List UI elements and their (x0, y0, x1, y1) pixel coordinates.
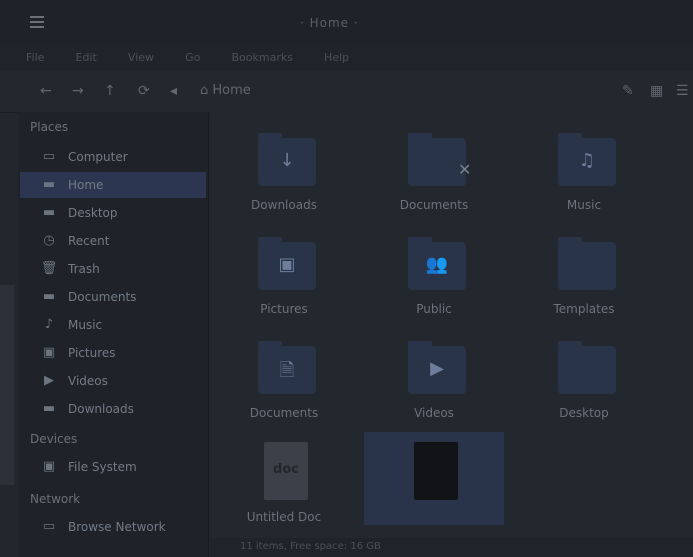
file-view: ↓ Downloads Documents ♫ Music ▣ Pictures… (210, 112, 693, 557)
folder-label: Desktop (559, 406, 609, 420)
file-icon (414, 442, 458, 500)
file-item[interactable]: doc Untitled Doc (224, 432, 344, 532)
folder-music-icon: ♫ (558, 133, 616, 186)
recent-icon: ◷ (43, 233, 55, 248)
toggle-path-icon[interactable]: ◂ (170, 83, 177, 99)
sidebar-item-home[interactable]: ▬ Home (20, 172, 206, 198)
menu-icon[interactable] (30, 16, 44, 28)
sidebar-item-documents[interactable]: ▬ Documents (20, 284, 206, 310)
menu-edit[interactable]: Edit (76, 51, 97, 64)
sidebar-item-videos[interactable]: ▶ Videos (20, 368, 206, 394)
section-devices: Devices (30, 432, 78, 446)
sidebar-item-label: Desktop (68, 206, 118, 220)
pictures-icon: ▣ (42, 345, 56, 360)
trash-icon: 🗑 (40, 261, 58, 276)
documents-icon: ▬ (42, 289, 56, 304)
file-manager-window: · Home · File Edit View Go Bookmarks Hel… (0, 0, 693, 557)
folder-item[interactable]: ♫ Music (524, 120, 644, 220)
folder-item[interactable]: 👥 Public (374, 224, 494, 324)
section-network: Network (30, 492, 81, 506)
sidebar-item-file-system[interactable]: ▣ File System (20, 454, 206, 480)
drive-icon: ▣ (42, 459, 56, 474)
folder-label: Templates (553, 302, 615, 316)
folder-label: Public (416, 302, 452, 316)
folder-item[interactable]: ▣ Pictures (224, 224, 344, 324)
sidebar-item-label: Browse Network (68, 520, 166, 534)
computer-icon: ▭ (42, 149, 56, 164)
folder-documents-icon: 🗎 (258, 341, 316, 394)
refresh-icon[interactable]: ⟳ (138, 83, 150, 99)
up-icon[interactable]: ↑ (104, 83, 116, 99)
sidebar-item-pictures[interactable]: ▣ Pictures (20, 340, 206, 366)
folder-videos-icon: ▶ (408, 341, 466, 394)
edit-icon[interactable]: ✎ (622, 83, 634, 99)
sidebar: Places ▭ Computer ▬ Home ▬ Desktop ◷ Rec… (18, 112, 209, 557)
toolbar: ← → ↑ ⟳ ◂ ⌂ Home ✎ ▦ ☰ (0, 70, 693, 113)
desktop-icon: ▬ (42, 205, 56, 220)
folder-templates-icon (558, 237, 616, 290)
sidebar-item-label: Home (68, 178, 104, 192)
folder-desktop-icon (558, 341, 616, 394)
folder-label: Downloads (251, 198, 317, 212)
folder-item[interactable]: ▶ Videos (374, 328, 494, 428)
folder-label: Music (566, 198, 602, 212)
videos-icon: ▶ (44, 373, 54, 388)
path-home-label: Home (212, 83, 251, 98)
folder-item[interactable]: Documents (374, 120, 494, 220)
file-label: Untitled Doc (246, 510, 322, 524)
folder-public-icon: 👥 (408, 237, 466, 290)
home-icon: ▬ (42, 177, 56, 192)
sidebar-item-desktop[interactable]: ▬ Desktop (20, 200, 206, 226)
folder-item[interactable]: 🗎 Documents (224, 328, 344, 428)
document-icon: doc (264, 442, 308, 500)
sidebar-item-downloads[interactable]: ▬ Downloads (20, 396, 206, 422)
menu-bar: File Edit View Go Bookmarks Help (0, 44, 693, 70)
folder-downloads-icon: ↓ (258, 133, 316, 186)
sidebar-item-label: Downloads (68, 402, 134, 416)
status-text: 11 items, Free space: 16 GB (240, 541, 381, 552)
folder-label: Documents (249, 406, 319, 420)
grid-view-icon[interactable]: ▦ (650, 83, 663, 99)
section-places: Places (30, 120, 69, 134)
folder-item[interactable]: Templates (524, 224, 644, 324)
menu-bookmarks[interactable]: Bookmarks (231, 51, 292, 64)
list-view-icon[interactable]: ☰ (676, 83, 689, 99)
file-item-selected[interactable] (374, 432, 494, 532)
folder-label: Pictures (260, 302, 308, 316)
folder-item[interactable]: ↓ Downloads (224, 120, 344, 220)
sidebar-item-browse-network[interactable]: ▭ Browse Network (20, 514, 206, 540)
sidebar-item-label: Videos (68, 374, 108, 388)
downloads-icon: ▬ (42, 401, 56, 416)
sidebar-item-label: Recent (68, 234, 110, 248)
sidebar-item-label: Trash (68, 262, 100, 276)
forward-icon[interactable]: → (72, 83, 84, 99)
sidebar-item-label: Pictures (68, 346, 116, 360)
folder-item[interactable]: Desktop (524, 328, 644, 428)
sidebar-item-recent[interactable]: ◷ Recent (20, 228, 206, 254)
path-home-button[interactable]: ⌂ Home (200, 83, 251, 98)
title-bar: · Home · (0, 0, 693, 44)
folder-pictures-icon: ▣ (258, 237, 316, 290)
menu-view[interactable]: View (128, 51, 154, 64)
music-icon: ♪ (44, 317, 54, 332)
menu-help[interactable]: Help (324, 51, 349, 64)
network-icon: ▭ (42, 519, 56, 534)
back-icon[interactable]: ← (40, 83, 52, 99)
sidebar-item-label: File System (68, 460, 137, 474)
sidebar-item-label: Documents (68, 290, 137, 304)
sidebar-item-trash[interactable]: 🗑 Trash (20, 256, 206, 282)
sidebar-item-music[interactable]: ♪ Music (20, 312, 206, 338)
close-icon[interactable]: ✕ (458, 160, 471, 179)
background-window-edge (0, 285, 14, 485)
status-bar: 11 items, Free space: 16 GB (210, 538, 693, 557)
sidebar-item-label: Music (68, 318, 103, 332)
folder-label: Documents (399, 198, 469, 212)
window-title: · Home · (300, 16, 359, 30)
menu-file[interactable]: File (26, 51, 44, 64)
menu-go[interactable]: Go (185, 51, 200, 64)
sidebar-item-label: Computer (68, 150, 128, 164)
sidebar-item-computer[interactable]: ▭ Computer (20, 144, 206, 170)
folder-label: Videos (414, 406, 454, 420)
